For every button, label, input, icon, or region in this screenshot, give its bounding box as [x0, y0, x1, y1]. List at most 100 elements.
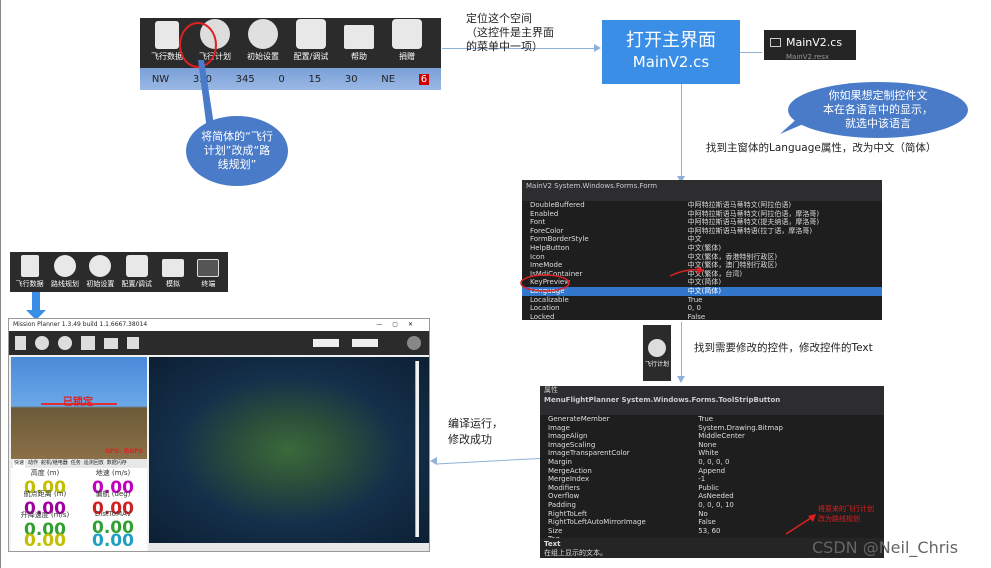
- property-row[interactable]: Icon 中文(繁体，香港特别行政区): [522, 253, 882, 262]
- property-row[interactable]: Modifiers Public: [540, 484, 884, 493]
- property-name: ImageAlign: [548, 432, 588, 441]
- document-icon[interactable]: [15, 336, 26, 350]
- property-value: 0, 0, 0, 0: [698, 457, 730, 466]
- telemetry-value: 0.00: [92, 531, 134, 551]
- note-locate: 定位这个空间 （这控件是主界面 的菜单中一项）: [466, 12, 554, 53]
- map-view[interactable]: [149, 357, 429, 543]
- property-row[interactable]: Font 中阿特拉斯语马蒂特文(提夫纳语，摩洛哥): [522, 218, 882, 227]
- property-name: Enabled: [530, 209, 559, 218]
- property-row[interactable]: Image System.Drawing.Bitmap: [540, 424, 884, 433]
- telemetry-label: 偏航 (deg): [95, 490, 131, 498]
- property-name: Font: [530, 218, 546, 227]
- property-name: ForeColor: [530, 226, 564, 235]
- port-select[interactable]: [313, 339, 339, 347]
- tab-servo[interactable]: 舵机/继电器: [41, 459, 68, 468]
- property-row[interactable]: ImageScaling None: [540, 441, 884, 450]
- solution-file[interactable]: MainV2.cs: [764, 30, 856, 54]
- property-row[interactable]: DoubleBuffered 中阿特拉斯语马蒂特文(阿拉伯语): [522, 201, 882, 210]
- baud-select[interactable]: [352, 339, 378, 347]
- new-toolbar-item-terminal[interactable]: 终端: [191, 259, 226, 289]
- property-name: MergeAction: [548, 466, 592, 475]
- property-row[interactable]: Localizable True: [522, 296, 882, 305]
- property-value: 中阿特拉斯语马蒂特文(阿拉伯语): [687, 201, 792, 209]
- property-name: MergeIndex: [548, 475, 590, 484]
- property-value: 中文(简体): [687, 286, 722, 295]
- property-row[interactable]: ForeColor 中阿特拉斯语马蒂特语(拉丁语，摩洛哥): [522, 227, 882, 236]
- monitor-icon[interactable]: [104, 337, 118, 349]
- properties-panel-button: 属性 MenuFlightPlanner System.Windows.Form…: [540, 386, 884, 558]
- property-value: 中阿特拉斯语马蒂特语(拉丁语，摩洛哥): [687, 226, 813, 235]
- tab-tlog[interactable]: 遥测回放: [84, 459, 104, 468]
- globe-icon: [648, 338, 666, 357]
- telemetry-cell: 0.00: [79, 531, 147, 551]
- property-row[interactable]: Locked False: [522, 313, 882, 320]
- tab-actions[interactable]: 动作: [28, 459, 38, 468]
- new-toolbar-item-config[interactable]: 配置/调试: [118, 255, 155, 289]
- properties-toolbar: [522, 192, 882, 201]
- globe-icon[interactable]: [35, 336, 49, 350]
- title-bar: Mission Planner 1.3.49 build 1.1.6667.38…: [9, 319, 429, 331]
- new-toolbar-item-simulation[interactable]: 模拟: [155, 259, 190, 289]
- flight-plan-icon-tile[interactable]: 飞行计划: [643, 325, 671, 381]
- property-name: HelpButton: [530, 243, 570, 252]
- property-row[interactable]: ImageTransparentColor White: [540, 449, 884, 458]
- tabs: 快速 动作 舵机/继电器 任务 遥测回放 数据闪存: [11, 459, 147, 468]
- property-value: False: [687, 312, 706, 320]
- bubble-rename: 将简体的“飞行 计划”改成“路 线规划”: [186, 116, 288, 186]
- property-name: RightToLeftAutoMirrorImage: [548, 518, 646, 527]
- gear-icon: [89, 255, 112, 277]
- hud: 已锁定 GPS: 无GPS: [11, 357, 147, 459]
- new-toolbar-item-route-plan[interactable]: 路线规划: [47, 255, 82, 289]
- property-row[interactable]: Margin 0, 0, 0, 0: [540, 458, 884, 467]
- plane-icon[interactable]: [127, 337, 139, 349]
- property-row[interactable]: FormBorderStyle 中文: [522, 235, 882, 244]
- property-row[interactable]: MergeAction Append: [540, 467, 884, 476]
- toolbar-item-initial-setup[interactable]: 初始设置: [242, 19, 284, 62]
- property-name: Margin: [548, 457, 572, 466]
- csharp-file-icon: [770, 37, 781, 47]
- bubble-language: 你如果想定制控件文 本在各语言中的显示， 就选中该语言: [788, 82, 968, 138]
- property-name: ImageScaling: [548, 440, 596, 449]
- window-controls[interactable]: —▢✕: [376, 319, 429, 331]
- telemetry-label: 航点距离 (m): [23, 490, 67, 498]
- property-row[interactable]: MergeIndex -1: [540, 475, 884, 484]
- property-row[interactable]: GenerateMember True: [540, 415, 884, 424]
- page-border: [0, 0, 1, 568]
- plane-icon: [392, 19, 422, 49]
- property-row[interactable]: ImageAlign MiddleCenter: [540, 432, 884, 441]
- property-row[interactable]: HelpButton 中文(繁体): [522, 244, 882, 253]
- property-name: Localizable: [530, 295, 569, 304]
- connect-icon[interactable]: [407, 336, 421, 350]
- wrench-icon[interactable]: [81, 336, 95, 350]
- property-row[interactable]: Size 53, 60: [540, 527, 884, 536]
- property-name: Locked: [530, 312, 555, 320]
- tab-quick[interactable]: 快速: [13, 459, 26, 468]
- hud-gps: GPS: 无GPS: [105, 448, 143, 455]
- hud-compass-strip: NW 330 345 0 15 30 NE 6: [140, 68, 441, 90]
- new-toolbar-item-initial-setup[interactable]: 初始设置: [83, 255, 118, 289]
- monitor-icon: [162, 259, 184, 277]
- toolbar-item-help[interactable]: 帮助: [338, 25, 380, 62]
- gear-icon: [248, 19, 278, 49]
- property-value: MiddleCenter: [698, 432, 745, 441]
- tab-mission[interactable]: 任务: [71, 459, 81, 468]
- property-name: Modifiers: [548, 483, 580, 492]
- toolbar-item-donate[interactable]: 捐赠: [386, 19, 428, 62]
- property-row[interactable]: Location 0, 0: [522, 304, 882, 313]
- property-value: Append: [698, 466, 726, 475]
- arrow-form-down: [681, 322, 682, 378]
- property-row[interactable]: Enabled 中阿特拉斯语马蒂特文(阿拉伯语，摩洛哥): [522, 210, 882, 219]
- note-modify: 找到需要修改的控件，修改控件的Text: [694, 342, 873, 354]
- tab-dataflash[interactable]: 数据闪存: [107, 459, 127, 468]
- telemetry-panel: 高度 (m) 0.00 地速 (m/s) 0.00 航点距离 (m) 0.00 偏航 (de…: [11, 468, 147, 551]
- document-icon: [155, 21, 179, 49]
- new-toolbar-item-flight-data[interactable]: 飞行数据: [12, 255, 47, 289]
- mission-planner-window: Mission Planner 1.3.49 build 1.1.6667.38…: [8, 318, 430, 552]
- wrench-icon: [125, 255, 148, 277]
- property-row[interactable]: Overflow AsNeeded: [540, 492, 884, 501]
- property-name: Size: [548, 526, 563, 535]
- toolbar-item-config[interactable]: 配置/调试: [290, 19, 332, 62]
- gear-icon[interactable]: [58, 336, 72, 350]
- zoom-slider[interactable]: [415, 361, 419, 537]
- globe-icon: [54, 255, 77, 277]
